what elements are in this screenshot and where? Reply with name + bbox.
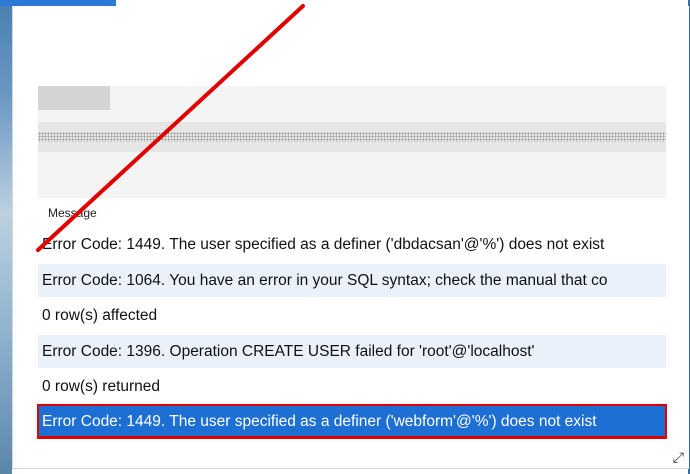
result-row[interactable]: Error Code: 1449. The user specified as … bbox=[38, 228, 666, 261]
splitter-handle[interactable] bbox=[38, 132, 666, 142]
resize-icon[interactable]: ⤢ bbox=[673, 449, 684, 466]
result-row[interactable]: Error Code: 1396. Operation CREATE USER … bbox=[38, 335, 666, 368]
toolbar-button[interactable] bbox=[38, 86, 110, 110]
result-row[interactable]: Error Code: 1064. You have an error in y… bbox=[38, 264, 666, 297]
result-row[interactable]: 0 row(s) affected bbox=[38, 299, 666, 332]
result-row[interactable]: 0 row(s) returned bbox=[38, 370, 666, 403]
result-row-selected[interactable]: Error Code: 1449. The user specified as … bbox=[37, 404, 667, 439]
desktop-background bbox=[0, 0, 12, 474]
column-header-message[interactable]: Message bbox=[48, 206, 97, 220]
annotation-underline bbox=[38, 436, 666, 439]
